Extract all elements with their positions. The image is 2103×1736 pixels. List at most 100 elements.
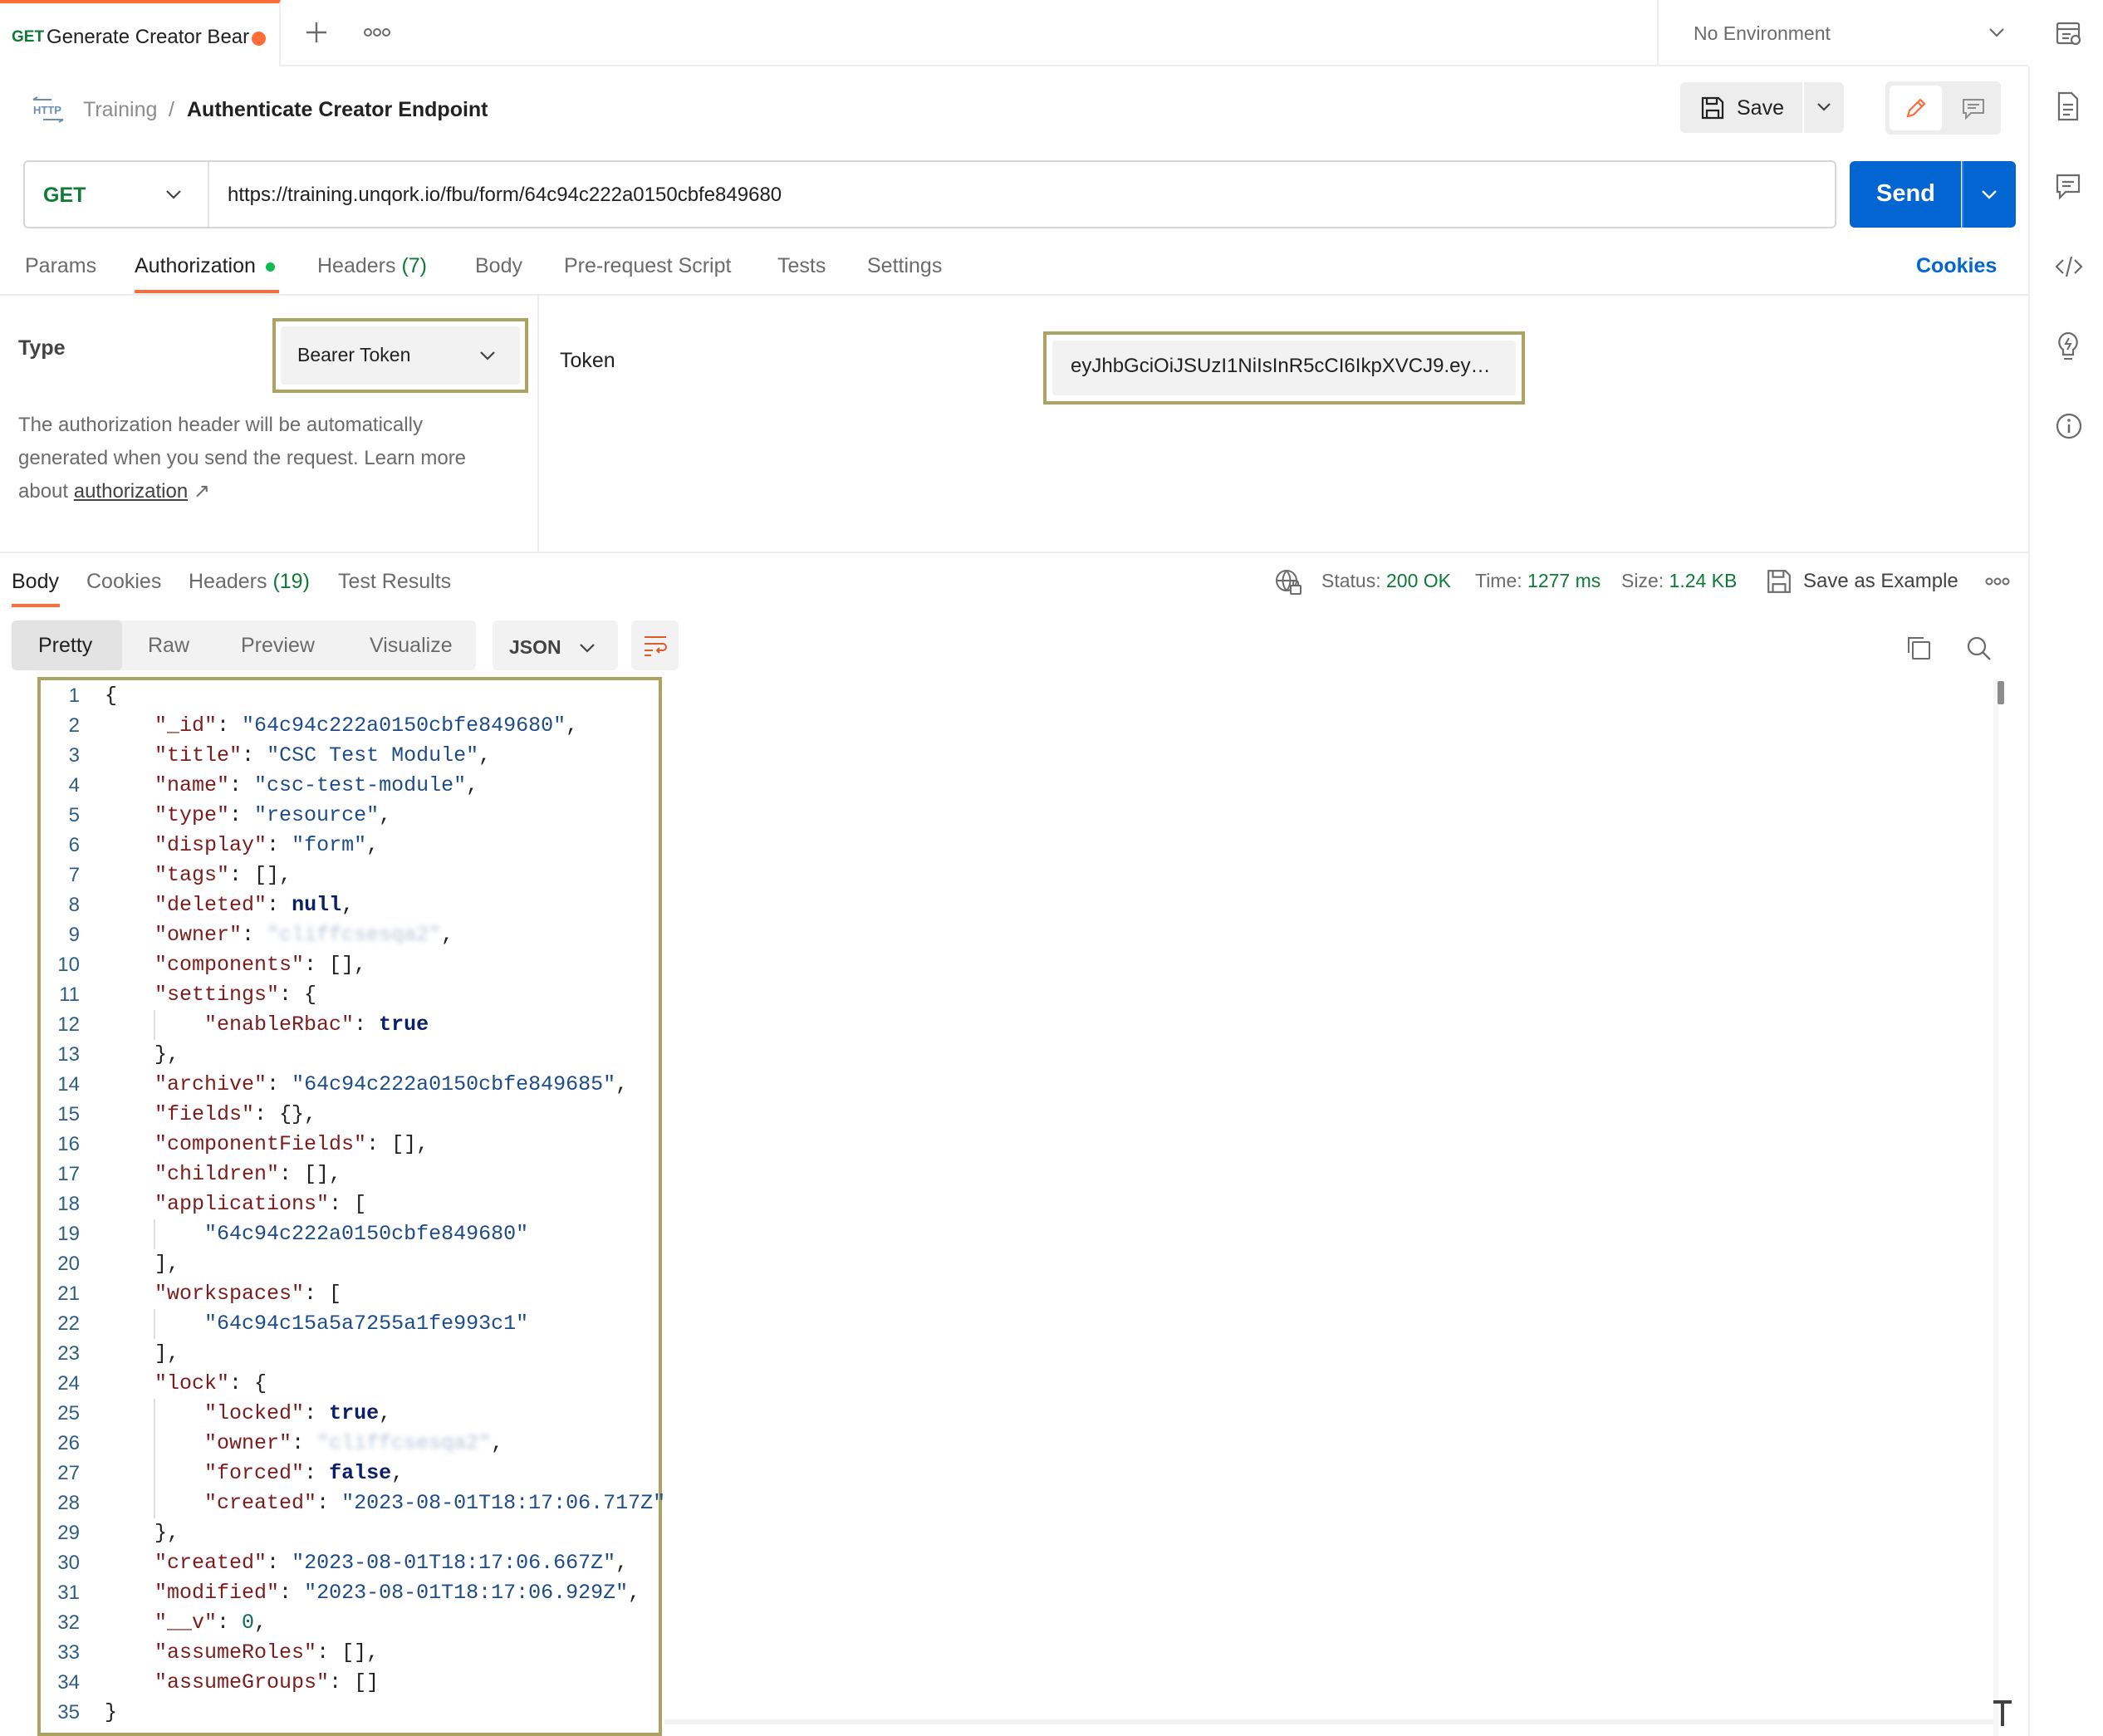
divider bbox=[0, 294, 2028, 296]
line-number: 20 bbox=[57, 1253, 80, 1275]
line-number: 35 bbox=[57, 1701, 80, 1724]
code-line: 7 "tags": [], bbox=[42, 861, 658, 890]
authorization-docs-link[interactable]: authorization bbox=[74, 480, 188, 503]
code-line: 23 ], bbox=[42, 1339, 658, 1369]
save-button[interactable]: Save bbox=[1680, 82, 1802, 133]
tab-params[interactable]: Params bbox=[25, 254, 96, 278]
wrap-lines-button[interactable] bbox=[631, 620, 679, 670]
plus-icon[interactable] bbox=[304, 20, 329, 45]
environment-label: No Environment bbox=[1694, 22, 1831, 44]
tab-tests[interactable]: Tests bbox=[777, 254, 826, 278]
line-number: 27 bbox=[57, 1462, 80, 1484]
copy-icon[interactable] bbox=[1905, 635, 1932, 661]
indent-guide bbox=[154, 1219, 155, 1249]
horizontal-scrollbar[interactable] bbox=[664, 1719, 1993, 1724]
chevron-down-icon bbox=[480, 351, 495, 360]
url-input[interactable]: https://training.unqork.io/fbu/form/64c9… bbox=[228, 184, 782, 207]
status-value: 200 OK bbox=[1386, 570, 1451, 591]
breadcrumb-collection[interactable]: Training bbox=[83, 98, 157, 122]
network-globe-icon[interactable] bbox=[1274, 568, 1302, 596]
token-value: eyJhbGciOiJSUzI1NiIsInR5cCI6IkpXVCJ9.ey… bbox=[1071, 355, 1491, 377]
request-name[interactable]: Authenticate Creator Endpoint bbox=[187, 98, 488, 122]
code-text: "__v": 0, bbox=[154, 1611, 267, 1635]
response-body-code[interactable]: 1{2 "_id": "64c94c222a0150cbfe849680", 3 … bbox=[42, 681, 665, 1728]
code-line: 26 "owner": "cliffcsesqa2", bbox=[42, 1429, 658, 1459]
view-tab-preview[interactable]: Preview bbox=[241, 634, 315, 658]
line-number: 29 bbox=[57, 1522, 80, 1544]
vertical-scrollbar-track[interactable] bbox=[1993, 679, 1998, 1736]
ellipsis-icon[interactable] bbox=[363, 22, 391, 43]
size-value: 1.24 KB bbox=[1669, 570, 1738, 591]
format-select[interactable]: JSON bbox=[493, 620, 618, 670]
send-button[interactable]: Send bbox=[1850, 161, 1961, 228]
token-input[interactable]: eyJhbGciOiJSUzI1NiIsInR5cCI6IkpXVCJ9.ey… bbox=[1052, 341, 1516, 395]
code-text: "workspaces": [ bbox=[154, 1282, 342, 1306]
code-line: 29 }, bbox=[42, 1518, 658, 1548]
line-number: 12 bbox=[57, 1013, 80, 1036]
line-number: 10 bbox=[57, 954, 80, 976]
response-tab-headers[interactable]: Headers (19) bbox=[189, 570, 310, 594]
tab-body[interactable]: Body bbox=[475, 254, 522, 278]
ellipsis-icon[interactable] bbox=[1985, 573, 2010, 590]
request-tab-method: GET bbox=[12, 28, 45, 46]
environment-quicklook-icon[interactable] bbox=[2055, 20, 2083, 48]
view-tab-pretty[interactable]: Pretty bbox=[12, 620, 122, 670]
save-icon bbox=[1766, 568, 1792, 595]
code-text: "owner": "cliffcsesqa2", bbox=[154, 923, 454, 947]
code-line: 31 "modified": "2023-08-01T18:17:06.929Z… bbox=[42, 1578, 658, 1608]
code-line: 28 "created": "2023-08-01T18:17:06.717Z" bbox=[42, 1488, 665, 1518]
code-text: "name": "csc-test-module", bbox=[154, 773, 479, 797]
save-options-button[interactable] bbox=[1804, 82, 1844, 133]
cookies-link[interactable]: Cookies bbox=[1916, 254, 1997, 278]
response-tab-test-results[interactable]: Test Results bbox=[338, 570, 451, 594]
code-icon[interactable] bbox=[2055, 254, 2083, 279]
line-number: 13 bbox=[57, 1043, 80, 1066]
line-number: 25 bbox=[57, 1402, 80, 1425]
time-label: Time: bbox=[1475, 570, 1522, 591]
tab-settings[interactable]: Settings bbox=[867, 254, 942, 278]
code-text: "title": "CSC Test Module", bbox=[154, 743, 492, 767]
format-value: JSON bbox=[509, 636, 561, 658]
vertical-scrollbar-thumb[interactable] bbox=[1998, 681, 2004, 704]
method-select[interactable]: GET bbox=[25, 162, 209, 227]
code-text: "owner": "cliffcsesqa2", bbox=[204, 1431, 504, 1455]
line-number: 19 bbox=[57, 1223, 80, 1245]
code-text: "locked": true, bbox=[204, 1401, 392, 1425]
code-text: } bbox=[105, 1700, 118, 1724]
edit-mode-button[interactable] bbox=[1890, 86, 1942, 130]
line-number: 8 bbox=[68, 894, 80, 916]
environment-selector[interactable]: No Environment bbox=[1657, 0, 2028, 66]
tab-headers[interactable]: Headers (7) bbox=[317, 254, 427, 278]
info-icon[interactable] bbox=[2055, 412, 2083, 440]
code-text: "tags": [], bbox=[154, 863, 292, 887]
lightbulb-icon[interactable] bbox=[2055, 331, 2081, 362]
code-text: "created": "2023-08-01T18:17:06.717Z" bbox=[204, 1491, 666, 1515]
line-number: 23 bbox=[57, 1342, 80, 1365]
line-number: 34 bbox=[57, 1671, 80, 1694]
response-tab-cookies[interactable]: Cookies bbox=[86, 570, 161, 594]
resize-handle-icon[interactable] bbox=[1992, 1699, 2013, 1728]
send-options-button[interactable] bbox=[1962, 161, 2016, 228]
response-tab-body[interactable]: Body bbox=[12, 570, 59, 594]
documentation-icon[interactable] bbox=[2055, 91, 2081, 121]
request-tab[interactable]: GET Generate Creator Bear bbox=[0, 0, 281, 66]
code-text: ], bbox=[105, 1341, 180, 1366]
code-line: 32 "__v": 0, bbox=[42, 1608, 658, 1638]
tab-pre-request-script[interactable]: Pre-request Script bbox=[564, 254, 731, 278]
token-label: Token bbox=[560, 349, 615, 372]
indent-guide bbox=[154, 1010, 155, 1040]
auth-type-select[interactable]: Bearer Token bbox=[281, 326, 520, 385]
comments-icon[interactable] bbox=[2055, 173, 2081, 201]
comment-mode-button[interactable] bbox=[1950, 86, 1996, 130]
tab-authorization[interactable]: Authorization bbox=[135, 254, 256, 278]
save-as-example-button[interactable]: Save as Example bbox=[1803, 570, 1958, 593]
line-number: 24 bbox=[57, 1372, 80, 1395]
divider bbox=[537, 296, 539, 553]
time-value: 1277 ms bbox=[1527, 570, 1601, 591]
search-icon[interactable] bbox=[1965, 635, 1992, 661]
view-tab-visualize[interactable]: Visualize bbox=[370, 634, 453, 658]
code-line: 17 "children": [], bbox=[42, 1160, 658, 1189]
view-tab-raw[interactable]: Raw bbox=[148, 634, 189, 658]
line-number: 9 bbox=[68, 924, 80, 946]
status-label: Status: bbox=[1321, 570, 1381, 591]
